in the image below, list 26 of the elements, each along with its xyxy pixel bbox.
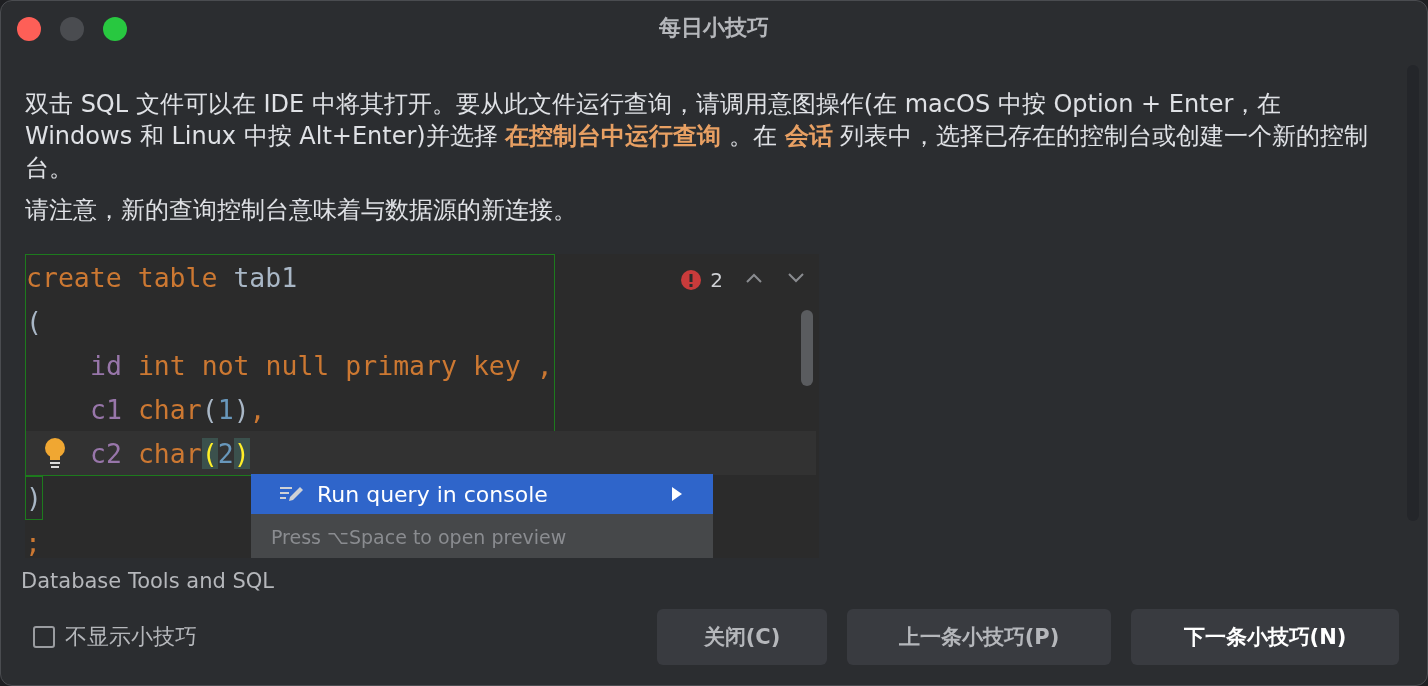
dialog-button[interactable]: 关闭(C) (657, 609, 827, 665)
error-icon (680, 269, 703, 291)
dialog-button[interactable]: 下一条小技巧(N) (1131, 609, 1399, 665)
code-line: ; (25, 525, 41, 558)
checkbox-label: 不显示小技巧 (65, 623, 198, 651)
checkbox[interactable] (33, 626, 55, 648)
code-line: create table tab1 (26, 260, 298, 295)
lightbulb-icon[interactable] (42, 437, 68, 469)
zoom-window-button[interactable] (103, 17, 127, 41)
tip-paragraph: 双击 SQL 文件可以在 IDE 中将其打开。要从此文件运行查询，请调用意图操作(在 macOS 中按 Option + Enter，在 Windows 和 Linux 中按 Alt+Enter)并选择 在控制台中运行查询 。在 会话 列表中，选择已存在的控制台或创建一个新的控制台。 (25, 89, 1370, 184)
close-window-button[interactable] (17, 17, 41, 41)
pencil-icon (279, 484, 305, 504)
menu-item[interactable]: Run query in console (251, 474, 713, 514)
code-line: id int not null primary key , (89, 348, 553, 383)
submenu-arrow-icon (671, 486, 683, 502)
chevron-up-icon[interactable] (745, 272, 763, 284)
code-line: ( (26, 304, 42, 339)
dialog-button[interactable]: 上一条小技巧(P) (847, 609, 1111, 665)
tip-category: Database Tools and SQL (20, 568, 276, 593)
error-count: 2 (710, 268, 723, 292)
chevron-down-icon[interactable] (787, 272, 805, 284)
window-title: 每日小技巧 (659, 14, 769, 42)
code-line: c1 char(1), (89, 392, 266, 427)
scrollbar-thumb[interactable] (801, 310, 813, 386)
tip-paragraph: 请注意，新的查询控制台意味着与数据源的新连接。 (25, 195, 578, 226)
popup-hint: Press ⌥Space to open preview (270, 525, 568, 550)
